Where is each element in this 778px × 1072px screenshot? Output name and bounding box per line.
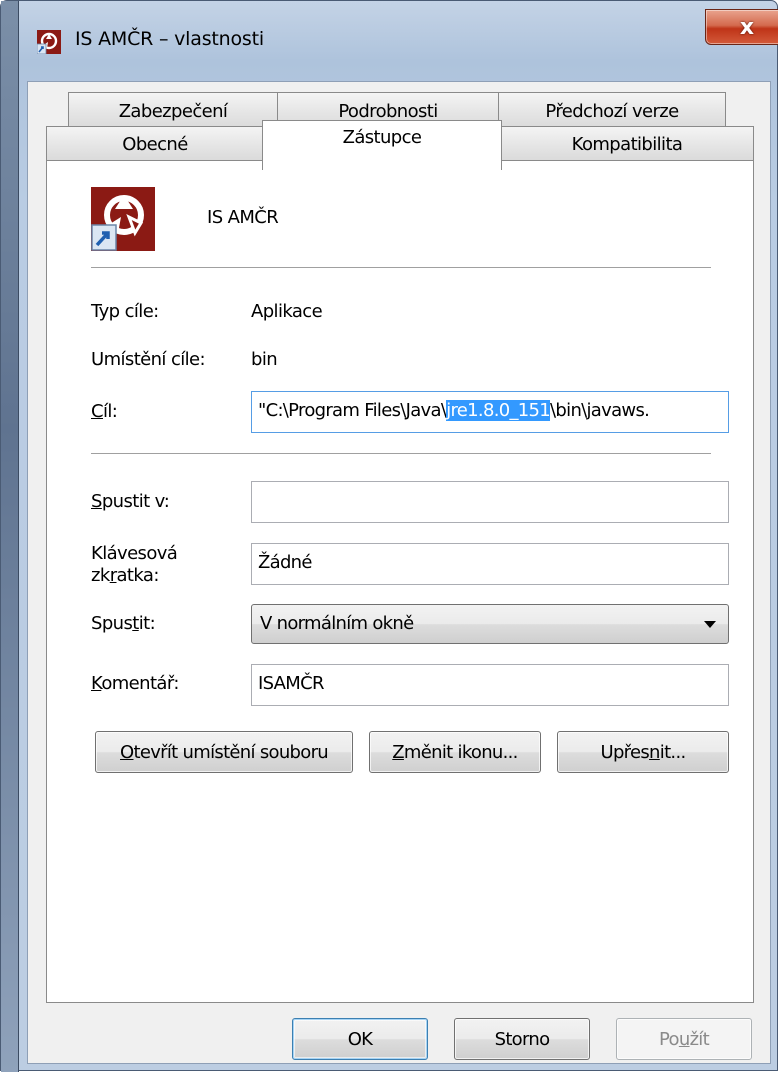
close-button[interactable]: x [705,9,778,45]
tab-general[interactable]: Obecné [46,126,264,162]
tab-label: Obecné [122,134,188,155]
apply-button[interactable]: Použít [616,1018,752,1060]
ok-button[interactable]: OK [292,1018,428,1060]
background-window-edge [1,1,19,1072]
target-type-value: Aplikace [251,301,323,322]
tab-security[interactable]: Zabezpečení [68,92,278,130]
cancel-button[interactable]: Storno [454,1018,590,1060]
tab-shortcut[interactable]: Zástupce [262,120,502,170]
button-label: Upřesnit... [600,741,686,763]
shortcut-panel: IS AMČR Typ cíle: Aplikace Umístění cíle… [46,160,754,1003]
target-text: \bin\javaws. [550,400,650,421]
button-label: Změnit ikonu... [392,741,518,763]
title-bar[interactable]: IS AMČR – vlastnosti x [19,1,778,81]
tab-label: Zástupce [342,127,422,148]
change-icon-button[interactable]: Změnit ikonu... [369,731,541,773]
button-label: OK [347,1028,373,1050]
target-text-selection: jre1.8.0_151 [446,400,551,421]
window-title: IS AMČR – vlastnosti [75,28,264,50]
chevron-down-icon [704,621,716,628]
app-icon-small [37,30,61,54]
app-name: IS AMČR [207,207,279,228]
open-file-location-button[interactable]: Otevřít umístění souboru [95,731,353,773]
target-label: Cíl: [91,401,118,422]
comment-label: Komentář: [91,673,179,694]
tab-label: Zabezpečení [118,101,228,122]
hotkey-label: Klávesová zkratka: [91,543,178,587]
separator [91,453,711,455]
separator [91,267,711,269]
tab-label: Předchozí verze [545,101,679,122]
target-location-label: Umístění cíle: [91,349,206,370]
run-label: Spustit: [91,613,156,634]
start-in-label: Spustit v: [91,491,170,512]
button-label: Otevřít umístění souboru [120,741,329,763]
button-label: Storno [494,1028,551,1050]
properties-window: IS AMČR – vlastnosti x Zabezpečení Podro… [0,0,778,1072]
advanced-button[interactable]: Upřesnit... [557,731,729,773]
run-dropdown-value: V normálním okně [260,613,414,634]
target-location-value: bin [251,349,278,370]
target-text: "C:\Program Files\Java\ [258,400,447,421]
app-shortcut-icon [91,187,155,251]
tab-label: Kompatibilita [571,134,683,155]
button-label: Použít [659,1028,710,1050]
comment-input[interactable]: ISAMČR [251,664,729,706]
hotkey-input[interactable]: Žádné [251,543,729,585]
hotkey-label-line: zkratka: [91,565,159,586]
start-in-input[interactable] [251,481,729,523]
hotkey-label-line: Klávesová [91,543,178,564]
target-input[interactable]: "C:\Program Files\Java\jre1.8.0_151\bin\… [251,391,729,433]
tab-compatibility[interactable]: Kompatibilita [500,126,754,162]
tab-previous-versions[interactable]: Předchozí verze [498,92,726,130]
run-dropdown[interactable]: V normálním okně [251,604,729,644]
close-icon: x [739,14,755,40]
tab-label: Podrobnosti [338,101,438,122]
target-type-label: Typ cíle: [91,301,159,322]
dialog-body: Zabezpečení Podrobnosti Předchozí verze … [27,81,771,1064]
